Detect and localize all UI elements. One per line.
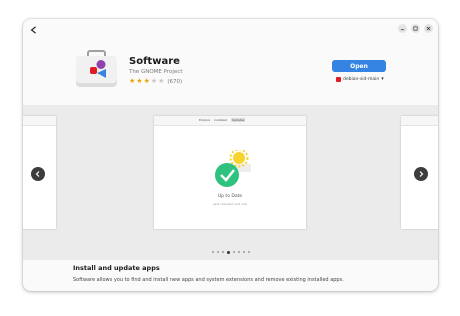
carousel-dot[interactable] (232, 251, 235, 253)
window-controls (398, 24, 433, 33)
close-button[interactable] (424, 24, 433, 33)
minimize-icon (400, 29, 405, 31)
star-icon: ★ (129, 77, 136, 85)
carousel-dot[interactable] (226, 250, 230, 254)
carousel-dot[interactable] (211, 251, 214, 253)
screenshot-titlebar (23, 116, 56, 126)
star-icon: ★ (143, 77, 150, 85)
rating-count: (670) (167, 78, 183, 85)
carousel-dot[interactable] (247, 251, 250, 253)
carousel-dot[interactable] (237, 251, 240, 253)
chevron-down-icon: ▾ (381, 76, 384, 82)
close-icon (426, 26, 431, 31)
screenshot-carousel: Explore Installed Updates Up to Date Las… (23, 105, 438, 260)
chevron-left-icon (35, 171, 40, 177)
carousel-previous-button[interactable] (31, 167, 45, 181)
screenshot-tab: Updates (231, 118, 246, 122)
source-selector[interactable]: debian-sid-main ▾ (336, 76, 384, 82)
carousel-dot[interactable] (242, 251, 245, 253)
star-empty-icon: ★ (150, 77, 158, 85)
carousel-dot[interactable] (221, 251, 224, 253)
screenshot-titlebar (401, 116, 438, 126)
screenshot-tab: Installed (214, 118, 228, 122)
screenshot-current: Explore Installed Updates Up to Date Las… (154, 116, 306, 229)
screenshot-status-subtitle: Last checked: just now (212, 202, 248, 206)
screenshot-tab: Explore (199, 118, 211, 122)
app-window: Software The GNOME Project ★ ★ ★ ★ ★ (67… (23, 19, 438, 291)
software-app-icon (76, 50, 117, 87)
minimize-button[interactable] (398, 24, 407, 33)
carousel-next-button[interactable] (414, 167, 428, 181)
screenshot-tabs: Explore Installed Updates (199, 118, 246, 122)
package-source-icon (336, 76, 341, 82)
app-header: Software The GNOME Project ★ ★ ★ ★ ★ (67… (23, 19, 438, 105)
back-button[interactable] (27, 23, 41, 37)
star-empty-icon: ★ (158, 77, 165, 85)
maximize-button[interactable] (411, 24, 420, 33)
up-to-date-illustration (215, 150, 251, 187)
description-text: Software allows you to find and install … (73, 277, 344, 283)
carousel-indicators (23, 250, 438, 254)
carousel-dot[interactable] (216, 251, 219, 253)
app-developer: The GNOME Project (129, 69, 183, 75)
screenshot-titlebar: Explore Installed Updates (154, 116, 306, 126)
open-button[interactable]: Open (332, 60, 386, 72)
back-arrow-icon (30, 26, 36, 34)
app-name: Software (129, 56, 180, 67)
maximize-icon (413, 26, 418, 31)
screenshot-status-title: Up to Date (217, 194, 243, 199)
description-title: Install and update apps (73, 264, 160, 272)
star-icon: ★ (136, 77, 143, 85)
rating: ★ ★ ★ ★ ★ (670) (129, 78, 182, 85)
chevron-right-icon (419, 171, 424, 177)
source-label: debian-sid-main (343, 76, 380, 82)
